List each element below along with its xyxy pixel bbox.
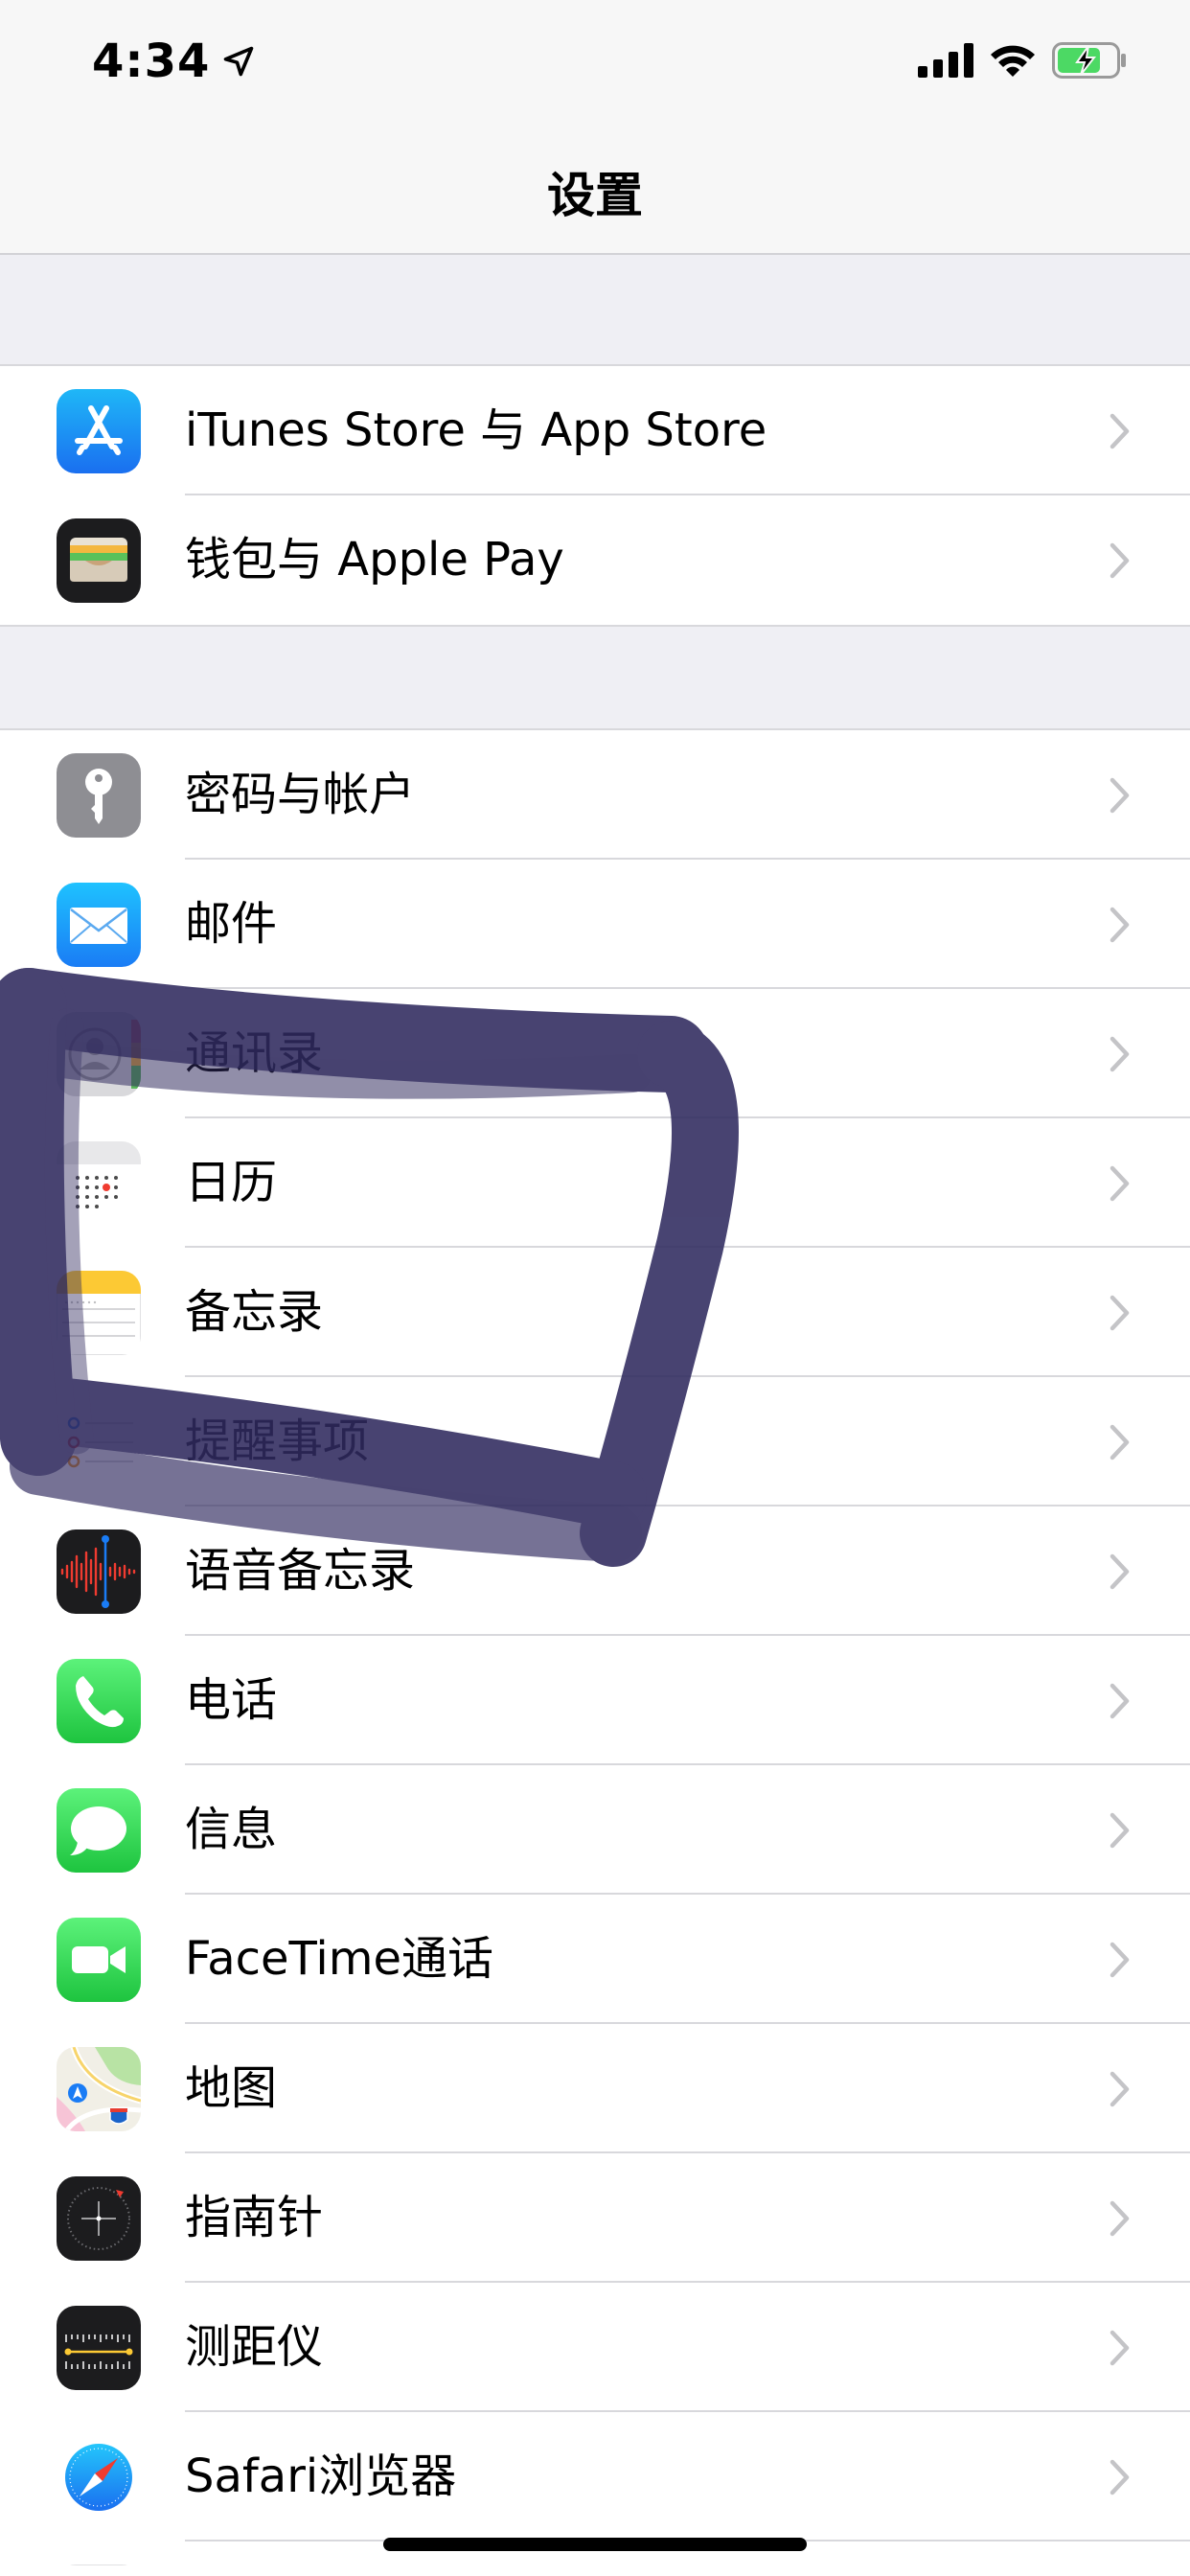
voice-memos-icon — [57, 1530, 141, 1614]
row-label: FaceTime通话 — [185, 1932, 494, 1986]
row-label: 信息 — [185, 1803, 278, 1856]
settings-list: iTunes Store 与 App Store 钱包与 Apple Pay 密… — [0, 255, 1190, 2576]
settings-row-calendar[interactable]: 日历 — [0, 1118, 1190, 1248]
reminders-icon — [57, 1400, 141, 1484]
status-icons — [918, 42, 1127, 79]
safari-icon — [57, 2435, 141, 2519]
settings-row-phone[interactable]: 电话 — [0, 1636, 1190, 1765]
battery-charging-icon — [1052, 42, 1126, 79]
mail-icon — [57, 883, 141, 967]
chevron-right-icon — [1110, 2459, 1130, 2495]
status-time: 4:34 — [92, 34, 256, 88]
settings-row-notes[interactable]: 备忘录 — [0, 1248, 1190, 1377]
chevron-right-icon — [1110, 907, 1130, 942]
cellular-signal-icon — [918, 43, 973, 78]
settings-row-messages[interactable]: 信息 — [0, 1765, 1190, 1895]
settings-group-store: iTunes Store 与 App Store 钱包与 Apple Pay — [0, 364, 1190, 627]
page-title: 设置 — [547, 168, 643, 223]
notes-icon — [57, 1271, 141, 1355]
row-label: 钱包与 Apple Pay — [185, 533, 564, 586]
row-label: 日历 — [185, 1156, 278, 1209]
settings-row-measure[interactable]: 测距仪 — [0, 2283, 1190, 2412]
facetime-icon — [57, 1918, 141, 2002]
app-store-icon — [57, 389, 141, 473]
measure-icon — [57, 2306, 141, 2390]
settings-group-apps: 密码与帐户 邮件 通讯录 日历 备忘录 提醒事项 语音备忘录 电话 信息 Fac… — [0, 728, 1190, 2576]
app-icon — [57, 2564, 141, 2576]
row-label: 密码与帐户 — [185, 768, 416, 821]
chevron-right-icon — [1110, 542, 1130, 578]
chevron-right-icon — [1110, 1165, 1130, 1201]
chevron-right-icon — [1110, 2330, 1130, 2365]
chevron-right-icon — [1110, 2200, 1130, 2236]
settings-row-safari[interactable]: Safari浏览器 — [0, 2412, 1190, 2542]
compass-icon — [57, 2176, 141, 2261]
row-label: 邮件 — [185, 897, 278, 951]
phone-icon — [57, 1659, 141, 1743]
chevron-right-icon — [1110, 1683, 1130, 1718]
settings-screen: 4:34 设置 iTunes Store 与 App Store 钱包与 App… — [0, 0, 1190, 2576]
row-label: 通讯录 — [185, 1026, 324, 1080]
row-label: 地图 — [185, 2061, 278, 2115]
chevron-right-icon — [1110, 1036, 1130, 1071]
chevron-right-icon — [1110, 1295, 1130, 1330]
settings-row-facetime[interactable]: FaceTime通话 — [0, 1895, 1190, 2024]
maps-icon — [57, 2047, 141, 2131]
row-label: 备忘录 — [185, 1285, 324, 1339]
settings-row-voice-memos[interactable]: 语音备忘录 — [0, 1506, 1190, 1636]
chevron-right-icon — [1110, 777, 1130, 813]
settings-row-wallet-apple-pay[interactable]: 钱包与 Apple Pay — [0, 495, 1190, 625]
navigation-bar: 4:34 设置 — [0, 0, 1190, 255]
wifi-icon — [991, 45, 1035, 77]
row-label: 语音备忘录 — [185, 1544, 416, 1598]
settings-row-reminders[interactable]: 提醒事项 — [0, 1377, 1190, 1506]
chevron-right-icon — [1110, 2071, 1130, 2106]
wallet-icon — [57, 518, 141, 603]
chevron-right-icon — [1110, 1942, 1130, 1977]
settings-row-mail[interactable]: 邮件 — [0, 860, 1190, 989]
chevron-right-icon — [1110, 413, 1130, 448]
row-label: 测距仪 — [185, 2320, 324, 2374]
chevron-right-icon — [1110, 1424, 1130, 1460]
calendar-icon — [57, 1141, 141, 1226]
home-indicator[interactable] — [383, 2538, 807, 2551]
row-label: Safari浏览器 — [185, 2450, 457, 2503]
row-label: iTunes Store 与 App Store — [185, 403, 767, 457]
chevron-right-icon — [1110, 1553, 1130, 1589]
row-label: 电话 — [185, 1673, 278, 1727]
chevron-right-icon — [1110, 1812, 1130, 1848]
settings-row-maps[interactable]: 地图 — [0, 2024, 1190, 2153]
settings-row-compass[interactable]: 指南针 — [0, 2153, 1190, 2283]
settings-row-itunes-app-store[interactable]: iTunes Store 与 App Store — [0, 366, 1190, 495]
messages-icon — [57, 1788, 141, 1873]
settings-row-contacts[interactable]: 通讯录 — [0, 989, 1190, 1118]
row-label: 指南针 — [185, 2191, 324, 2244]
contacts-icon — [57, 1012, 141, 1096]
settings-row-passwords-accounts[interactable]: 密码与帐户 — [0, 730, 1190, 860]
key-icon — [57, 753, 141, 838]
row-label: 提醒事项 — [185, 1414, 370, 1468]
location-arrow-icon — [224, 46, 254, 77]
